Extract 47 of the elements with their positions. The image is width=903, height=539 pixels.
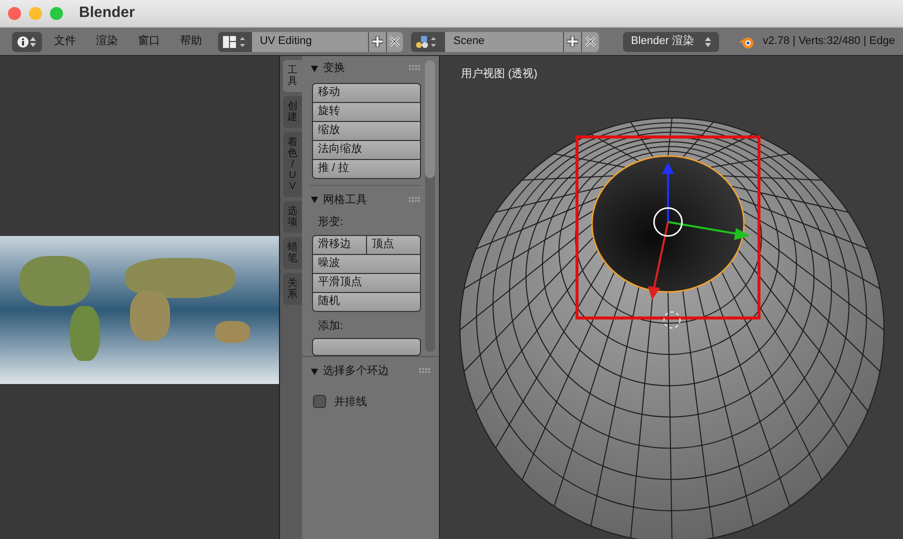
editor-type-button[interactable] [12,32,42,52]
panel-title[interactable]: 变换 [323,60,345,76]
layout-name-field[interactable]: UV Editing [252,32,368,52]
dropdown-button[interactable] [312,338,421,356]
window-title: Blender [79,3,135,24]
scene-selector[interactable]: Scene [411,32,599,52]
menu-item[interactable]: 文件 [46,33,84,50]
close-icon[interactable] [386,32,404,52]
render-engine-dropdown[interactable]: Blender 渲染 [622,32,719,52]
menu-item[interactable]: 渲染 [88,33,126,50]
updown-icon [30,36,36,46]
tool-button[interactable]: 平滑顶点 [313,274,420,292]
scene-name-field[interactable]: Scene [445,32,564,52]
tool-button[interactable]: 推 / 拉 [313,160,420,178]
menu-item[interactable]: 帮助 [172,33,210,50]
disclosure-triangle-icon[interactable] [310,366,319,376]
logo-icon [738,34,755,48]
panel-title[interactable]: 网格工具 [323,192,367,208]
tool-tab[interactable]: 工具 [283,60,302,92]
checkbox-label: 并排线 [334,394,367,410]
drag-grip-icon[interactable] [409,65,421,72]
updown-icon [704,36,711,46]
group-label: 添加: [317,318,344,334]
tool-button[interactable]: 滑移边 [313,236,366,254]
menu-item[interactable]: 窗口 [130,33,168,50]
disclosure-triangle-icon[interactable] [310,195,319,204]
tool-button[interactable]: 缩放 [313,122,420,140]
scene-stats-text: v2.78 | Verts:32/480 | Edge [762,34,895,50]
add-icon[interactable] [563,32,581,52]
layout-selector[interactable]: UV Editing [218,32,404,52]
info-icon [17,36,30,48]
drag-grip-icon[interactable] [419,368,431,374]
drag-grip-icon[interactable] [409,196,421,203]
tool-button[interactable]: 噪波 [313,254,420,272]
tool-button[interactable]: 旋转 [313,102,420,120]
group-label: 形变: [317,214,344,230]
close-icon[interactable] [581,32,599,52]
tool-button[interactable]: 法向缩放 [313,140,420,158]
add-icon[interactable] [368,32,386,52]
panel-title[interactable]: 选择多个环边 [323,363,389,380]
checkbox[interactable] [313,395,326,408]
disclosure-triangle-icon[interactable] [310,64,319,73]
viewport-label: 用户视图 (透视) [461,66,538,82]
tool-button[interactable]: 移动 [313,84,420,102]
scrollbar[interactable] [425,60,435,352]
tool-button[interactable]: 随机 [313,292,420,310]
tool-button[interactable]: 顶点 [366,236,420,254]
